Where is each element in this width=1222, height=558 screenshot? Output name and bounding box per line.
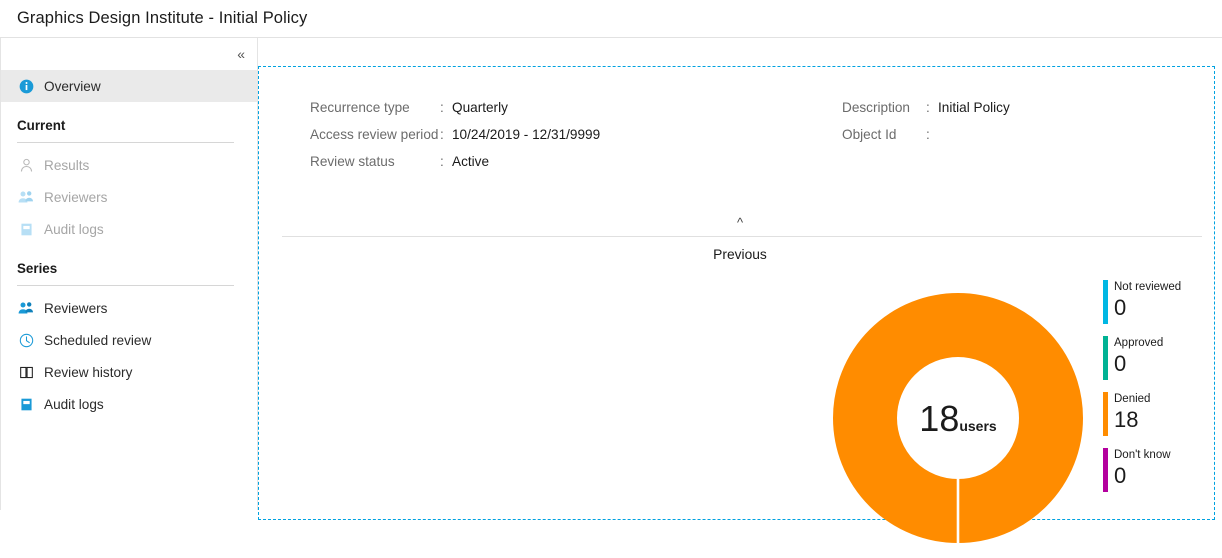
detail-row-description: Description : Initial Policy — [842, 100, 1010, 127]
donut-gap — [957, 473, 960, 543]
detail-separator: : — [926, 127, 938, 142]
sidebar-section-heading-series: Series — [0, 259, 257, 279]
sidebar-left-border — [0, 38, 1, 510]
detail-separator: : — [926, 100, 938, 115]
review-details-right-column: Description : Initial Policy Object Id : — [842, 100, 1010, 181]
detail-separator: : — [440, 127, 452, 142]
detail-key: Recurrence type — [310, 100, 440, 115]
sidebar-item-label: Scheduled review — [44, 333, 151, 348]
sidebar-section-divider — [17, 142, 234, 143]
people-icon — [17, 188, 35, 206]
people-icon — [17, 299, 35, 317]
review-details: Recurrence type : Quarterly Access revie… — [310, 100, 1202, 181]
donut-chart-svg: 18users — [833, 293, 1083, 543]
legend-item-dont-know[interactable]: Don't know 0 — [1103, 448, 1222, 492]
sidebar-section-heading-current: Current — [0, 116, 257, 136]
sidebar-item-label: Reviewers — [44, 301, 107, 316]
donut-center-unit: users — [959, 418, 997, 434]
detail-key: Access review period — [310, 127, 440, 142]
legend-color-swatch — [1103, 392, 1108, 436]
page-title: Graphics Design Institute - Initial Poli… — [17, 9, 307, 28]
legend-color-swatch — [1103, 336, 1108, 380]
chevron-double-up-icon[interactable]: ^ — [737, 215, 743, 230]
chevron-double-left-icon[interactable]: « — [237, 47, 245, 61]
legend-label: Approved — [1114, 336, 1163, 351]
detail-key: Object Id — [842, 127, 926, 142]
legend-label: Denied — [1114, 392, 1150, 407]
legend-value: 0 — [1114, 295, 1181, 321]
detail-row-access-review-period: Access review period : 10/24/2019 - 12/3… — [310, 127, 842, 154]
detail-separator: : — [440, 100, 452, 115]
detail-row-object-id: Object Id : — [842, 127, 1010, 154]
sidebar-item-label: Results — [44, 158, 89, 173]
review-details-left-column: Recurrence type : Quarterly Access revie… — [310, 100, 842, 181]
clock-icon — [17, 331, 35, 349]
sidebar-item-series-reviewers[interactable]: Reviewers — [0, 292, 257, 324]
book-icon — [17, 220, 35, 238]
details-collapse-bar: ^ — [282, 214, 1198, 236]
detail-key: Description — [842, 100, 926, 115]
donut-center-group: 18users — [919, 398, 997, 439]
info-icon — [17, 77, 35, 95]
sidebar-item-current-results[interactable]: Results — [0, 149, 257, 181]
sidebar: « Overview Current Results — [0, 38, 258, 510]
chart-section-heading: Previous — [258, 247, 1222, 262]
legend-value: 18 — [1114, 407, 1150, 433]
detail-row-recurrence-type: Recurrence type : Quarterly — [310, 100, 842, 127]
chart-area: 18users Not reviewed 0 Approved 0 — [258, 278, 1222, 558]
legend-text-group: Approved 0 — [1114, 336, 1163, 380]
donut-chart[interactable]: 18users — [833, 293, 1083, 543]
legend-value: 0 — [1114, 351, 1163, 377]
legend-color-swatch — [1103, 448, 1108, 492]
main-content: Recurrence type : Quarterly Access revie… — [258, 38, 1222, 510]
legend-text-group: Not reviewed 0 — [1114, 280, 1181, 324]
detail-key: Review status — [310, 154, 440, 169]
sidebar-item-current-audit-logs[interactable]: Audit logs — [0, 213, 257, 245]
detail-value: Active — [452, 154, 489, 169]
sidebar-item-label: Overview — [44, 79, 101, 94]
sidebar-item-label: Audit logs — [44, 397, 104, 412]
details-divider — [282, 236, 1202, 237]
workspace: « Overview Current Results — [0, 38, 1222, 510]
donut-center-value: 18 — [919, 398, 959, 439]
detail-value: 10/24/2019 - 12/31/9999 — [452, 127, 600, 142]
window-title-bar: Graphics Design Institute - Initial Poli… — [0, 0, 1222, 38]
legend-text-group: Don't know 0 — [1114, 448, 1171, 492]
sidebar-item-current-reviewers[interactable]: Reviewers — [0, 181, 257, 213]
book-icon — [17, 395, 35, 413]
detail-separator: : — [440, 154, 452, 169]
sidebar-item-series-audit-logs[interactable]: Audit logs — [0, 388, 257, 420]
legend-label: Don't know — [1114, 448, 1171, 463]
open-book-icon — [17, 363, 35, 381]
sidebar-item-review-history[interactable]: Review history — [0, 356, 257, 388]
sidebar-collapse-bar: « — [0, 38, 257, 70]
legend-color-swatch — [1103, 280, 1108, 324]
detail-value: Initial Policy — [938, 100, 1010, 115]
legend-label: Not reviewed — [1114, 280, 1181, 295]
person-icon — [17, 156, 35, 174]
sidebar-section-divider — [17, 285, 234, 286]
legend-item-approved[interactable]: Approved 0 — [1103, 336, 1222, 380]
legend-item-denied[interactable]: Denied 18 — [1103, 392, 1222, 436]
legend-item-not-reviewed[interactable]: Not reviewed 0 — [1103, 280, 1222, 324]
detail-row-review-status: Review status : Active — [310, 154, 842, 181]
sidebar-item-label: Audit logs — [44, 222, 104, 237]
sidebar-item-scheduled-review[interactable]: Scheduled review — [0, 324, 257, 356]
legend-text-group: Denied 18 — [1114, 392, 1150, 436]
detail-value: Quarterly — [452, 100, 508, 115]
sidebar-item-label: Reviewers — [44, 190, 107, 205]
chart-legend: Not reviewed 0 Approved 0 Denied 18 — [1103, 280, 1222, 504]
sidebar-item-overview[interactable]: Overview — [0, 70, 257, 102]
sidebar-item-label: Review history — [44, 365, 132, 380]
legend-value: 0 — [1114, 463, 1171, 489]
